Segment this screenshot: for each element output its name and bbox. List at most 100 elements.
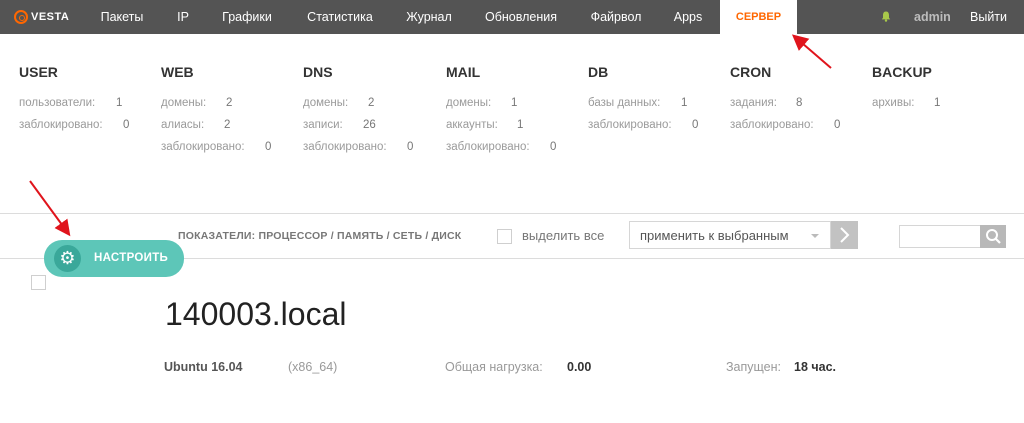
gear-icon: ⚙ — [54, 245, 81, 272]
stat-mail: MAIL — [446, 62, 480, 82]
stat-db: DB — [588, 62, 608, 82]
nav-log[interactable]: Журнал — [398, 0, 460, 34]
stat-row: задания: 8 — [730, 97, 802, 109]
stat-row: заблокировано: 0 — [446, 141, 556, 153]
configure-label: НАСТРОИТЬ — [94, 252, 169, 264]
uptime-value: 18 час. — [794, 360, 837, 374]
apply-button[interactable] — [831, 221, 858, 249]
stat-value: 0 — [123, 119, 130, 131]
server-os: Ubuntu 16.04 — [164, 360, 243, 374]
stat-value: 2 — [224, 119, 231, 131]
uptime-label: Запущен: — [726, 360, 781, 374]
stat-label: пользователи: — [19, 97, 96, 109]
stat-title[interactable]: BACKUP — [872, 62, 932, 82]
stat-title[interactable]: WEB — [161, 62, 194, 82]
stat-row: алиасы: 2 — [161, 119, 230, 131]
stat-title[interactable]: USER — [19, 62, 58, 82]
load-label: Общая нагрузка: — [445, 360, 543, 374]
stat-label: заблокировано: — [446, 141, 530, 153]
stat-row: заблокировано: 0 — [161, 141, 271, 153]
stat-row: заблокировано: 0 — [730, 119, 840, 131]
stat-label: базы данных: — [588, 97, 661, 109]
indicators-link[interactable]: ПОКАЗАТЕЛИ: ПРОЦЕССОР / ПАМЯТЬ / СЕТЬ / … — [178, 230, 461, 242]
search-button[interactable] — [980, 225, 1006, 248]
stat-label: архивы: — [872, 97, 915, 109]
server-arch: (x86_64) — [288, 360, 338, 374]
stat-dns: DNS — [303, 62, 333, 82]
stat-value: 8 — [796, 97, 803, 109]
stat-label: аккаунты: — [446, 119, 498, 131]
stat-value: 0 — [550, 141, 557, 153]
stat-row: записи: 26 — [303, 119, 376, 131]
logo-text: VESTA — [31, 11, 70, 23]
nav-updates[interactable]: Обновления — [476, 0, 566, 34]
stat-user: USER — [19, 62, 58, 82]
stat-label: заблокировано: — [588, 119, 672, 131]
arrow-to-configure-button — [29, 180, 71, 237]
stat-value: 0 — [834, 119, 841, 131]
stat-value: 1 — [681, 97, 688, 109]
stat-label: заблокировано: — [303, 141, 387, 153]
select-all-checkbox[interactable] — [497, 229, 512, 244]
stat-title[interactable]: DB — [588, 62, 608, 82]
stat-value: 1 — [517, 119, 524, 131]
chevron-right-icon — [840, 227, 850, 243]
nav-ip[interactable]: IP — [168, 0, 198, 34]
vesta-logo-icon — [14, 10, 28, 24]
stat-row: аккаунты: 1 — [446, 119, 523, 131]
row-checkbox[interactable] — [31, 275, 46, 290]
select-all-label[interactable]: выделить все — [522, 228, 604, 243]
stat-web: WEB — [161, 62, 194, 82]
stat-value: 1 — [934, 97, 941, 109]
stat-title[interactable]: DNS — [303, 62, 333, 82]
bulk-action-select[interactable]: применить к выбранным — [629, 221, 831, 249]
nav-packages[interactable]: Пакеты — [90, 0, 154, 34]
server-hostname: 140003.local — [165, 296, 347, 332]
stat-row: пользователи: 1 — [19, 97, 122, 109]
stat-value: 1 — [116, 97, 123, 109]
stat-label: записи: — [303, 119, 343, 131]
logout-link[interactable]: Выйти — [970, 0, 1007, 34]
divider — [0, 213, 1024, 214]
arrow-to-server-tab — [791, 34, 832, 69]
stat-title[interactable]: CRON — [730, 62, 771, 82]
vesta-logo[interactable]: VESTA — [14, 7, 69, 27]
stat-row: базы данных: 1 — [588, 97, 687, 109]
stat-value: 0 — [407, 141, 414, 153]
stat-label: заблокировано: — [730, 119, 814, 131]
stat-label: заблокировано: — [19, 119, 103, 131]
stat-label: заблокировано: — [161, 141, 245, 153]
bell-icon[interactable] — [881, 11, 891, 22]
nav-apps[interactable]: Apps — [666, 0, 710, 34]
stat-value: 2 — [226, 97, 233, 109]
nav-firewall[interactable]: Файрвол — [580, 0, 652, 34]
nav-statistics[interactable]: Статистика — [297, 0, 383, 34]
top-navbar: VESTA Пакеты IP Графики Статистика Журна… — [0, 0, 1024, 34]
load-value: 0.00 — [567, 360, 592, 374]
stat-row: архивы: 1 — [872, 97, 940, 109]
search-input[interactable] — [899, 225, 981, 248]
stat-row: домены: 2 — [161, 97, 232, 109]
stat-value: 2 — [368, 97, 375, 109]
nav-server[interactable]: СЕРВЕР — [720, 0, 797, 34]
stat-label: домены: — [161, 97, 207, 109]
stat-label: домены: — [303, 97, 349, 109]
stat-label: домены: — [446, 97, 492, 109]
nav-graphs[interactable]: Графики — [214, 0, 280, 34]
user-link[interactable]: admin — [914, 0, 951, 34]
stat-row: заблокировано: 0 — [588, 119, 698, 131]
bulk-action-value: применить к выбранным — [640, 228, 789, 243]
stat-row: заблокировано: 0 — [303, 141, 413, 153]
stat-row: домены: 2 — [303, 97, 374, 109]
stat-value: 0 — [265, 141, 272, 153]
stat-title[interactable]: MAIL — [446, 62, 480, 82]
chevron-down-icon — [811, 234, 819, 238]
stat-label: задания: — [730, 97, 777, 109]
configure-button[interactable]: ⚙ НАСТРОИТЬ — [44, 240, 184, 277]
stat-label: алиасы: — [161, 119, 205, 131]
stat-row: заблокировано: 0 — [19, 119, 129, 131]
search-icon — [986, 229, 1001, 244]
stat-backup: BACKUP — [872, 62, 932, 82]
stat-value: 0 — [692, 119, 699, 131]
stat-value: 1 — [511, 97, 518, 109]
